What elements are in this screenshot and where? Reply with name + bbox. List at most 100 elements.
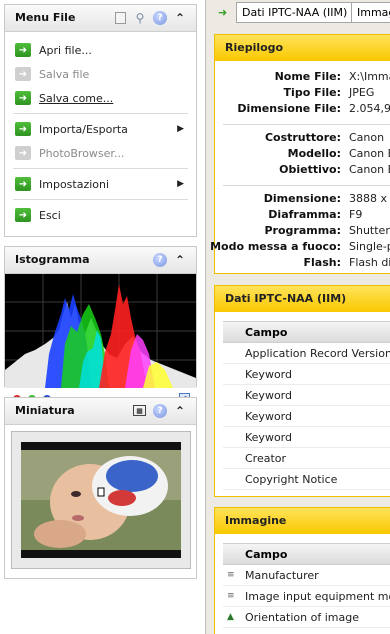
help-icon[interactable]: ? [153,11,167,25]
arrow-right-icon: ➜ [15,146,31,160]
panel-title: Immagine [225,514,287,527]
copy-icon[interactable] [115,12,126,24]
kv-row: Flash: Flash did [215,256,390,272]
table-cell: Orientation of image [245,611,359,624]
summary-separator [223,185,390,186]
menu-item-impostazioni[interactable]: ➜ Impostazioni ▶ [5,172,196,196]
kv-value: 2.054,9 [349,102,390,115]
kv-row: Diaframma: F9 [215,208,390,224]
table-cell: Keyword [245,410,292,423]
table-row[interactable]: Keyword [223,427,390,448]
summary-header: Riepilogo [215,35,390,61]
kv-key: Obiettivo: [279,163,341,176]
table-cell: Image input equipment model [245,590,390,603]
text-field-icon: ≡ [227,570,235,580]
kv-row: Modo messa a fuoco: Single-po [210,240,390,256]
kv-key: Nome File: [274,70,341,83]
help-icon[interactable]: ? [153,404,167,418]
table-row[interactable]: Keyword [223,406,390,427]
kv-row: Dimensione: 3888 x 2 [215,192,390,208]
table-row[interactable]: Application Record Version [223,343,390,364]
thumbnail-frame [11,431,191,569]
menu-item-salva-file[interactable]: ➜ Salva file [5,62,196,86]
kv-value: X:\Immag [349,70,390,83]
kv-value: JPEG [349,86,375,99]
kv-row: Obiettivo: Canon EF [215,163,390,179]
column-header-campo: Campo [245,326,288,339]
kv-key: Dimensione File: [237,102,341,115]
search-icon[interactable]: ⚲ [133,11,147,25]
table-row[interactable]: Copyright Notice [223,469,390,490]
histogram-header: Istogramma ? ⌃ [5,247,196,274]
menu-item-photobrowser[interactable]: ➜ PhotoBrowser... [5,141,196,165]
kv-value: Single-po [349,240,390,253]
table-row[interactable]: ≡ Manufacturer [223,565,390,586]
menu-list: ➜ Apri file... ➜ Salva file ➜ Salva come… [5,32,196,227]
menu-item-apri-file[interactable]: ➜ Apri file... [5,38,196,62]
kv-key: Dimensione: [263,192,341,205]
table-cell: Copyright Notice [245,473,338,486]
arrow-right-icon: ➜ [15,91,31,105]
panel-title: Istogramma [15,253,90,266]
kv-value: Canon E( [349,147,390,160]
collapse-icon[interactable]: ⌃ [173,253,187,267]
panel-title: Menu File [15,11,76,24]
kv-row: Costruttore: Canon [215,131,390,147]
panel-title: Dati IPTC-NAA (IIM) [225,292,347,305]
column-header-campo: Campo [245,548,288,561]
tab-iptc[interactable]: Dati IPTC-NAA (IIM) [236,2,354,23]
navigate-arrow-icon[interactable]: ➜ [218,6,227,19]
table-header[interactable]: Campo [223,321,390,343]
thumbnail-header: Miniatura ▦ ? ⌃ [5,398,196,425]
table-row[interactable]: ▲ Orientation of image [223,607,390,628]
arrow-right-icon: ➜ [15,67,31,81]
table-row[interactable]: Keyword [223,385,390,406]
fit-image-icon[interactable]: ▦ [133,405,146,416]
menu-item-label: Esci [39,208,61,222]
menu-item-esci[interactable]: ➜ Esci [5,203,196,227]
arrow-right-icon: ➜ [15,177,31,191]
menu-item-label: Importa/Esporta [39,122,128,136]
table-cell: Application Record Version [245,347,390,360]
image-header: Immagine [215,508,390,534]
menu-item-salva-come[interactable]: ➜ Salva come... [5,86,196,110]
kv-key: Diaframma: [268,208,341,221]
iptc-table: Campo Application Record Version Keyword… [215,312,390,490]
orientation-icon: ▲ [227,612,234,622]
help-icon[interactable]: ? [153,253,167,267]
tab-immagine[interactable]: Immagi [351,2,390,23]
menu-item-label: Impostazioni [39,177,110,191]
table-cell: Creator [245,452,287,465]
collapse-icon[interactable]: ⌃ [173,404,187,418]
kv-row: Nome File: X:\Immag [215,70,390,86]
panel-title: Riepilogo [225,41,284,54]
kv-row: Modello: Canon E( [215,147,390,163]
menu-item-importa-esporta[interactable]: ➜ Importa/Esporta ▶ [5,117,196,141]
kv-row: Dimensione File: 2.054,9 [215,102,390,118]
arrow-right-icon: ➜ [15,208,31,222]
arrow-right-icon: ➜ [15,43,31,57]
histogram-panel: Istogramma ? ⌃ [4,246,197,410]
image-table: Campo ≡ Manufacturer ≡ Image input equipme… [215,534,390,628]
kv-value: 3888 x 2 [349,192,390,205]
menu-file-header: Menu File ⚲ ? ⌃ [5,5,196,32]
tab-bar: ➜ Dati IPTC-NAA (IIM) Immagi [206,0,390,25]
table-row[interactable]: Keyword [223,364,390,385]
menu-file-panel: Menu File ⚲ ? ⌃ ➜ Apri file... ➜ Salva f… [4,4,197,237]
table-row[interactable]: Creator [223,448,390,469]
kv-value: F9 [349,208,363,221]
menu-item-label: Salva come... [39,91,114,105]
summary-panel: Riepilogo Nome File: X:\Immag Tipo File: J… [210,34,390,274]
table-header[interactable]: Campo [223,543,390,565]
submenu-arrow-icon: ▶ [177,179,184,189]
menu-separator [13,199,188,200]
summary-separator [223,124,390,125]
menu-item-label: Apri file... [39,43,92,57]
collapse-icon[interactable]: ⌃ [173,11,187,25]
table-row[interactable]: ≡ Image input equipment model [223,586,390,607]
kv-key: Modello: [287,147,341,160]
image-panel: Immagine Campo ≡ Manufacturer ≡ Image inpu… [214,507,390,634]
menu-separator [13,113,188,114]
kv-value: Canon EF [349,163,390,176]
thumbnail-image [12,432,190,568]
